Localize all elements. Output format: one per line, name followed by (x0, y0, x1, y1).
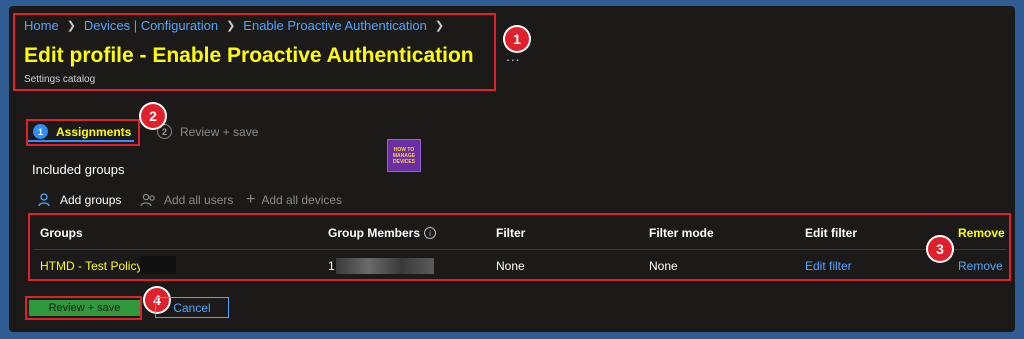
cancel-button[interactable]: Cancel (155, 297, 229, 318)
htmd-logo: HOW TO MANAGE DEVICES (387, 139, 421, 172)
add-all-devices-button[interactable]: + Add all devices (246, 191, 343, 208)
plus-icon: + (246, 191, 256, 208)
add-groups-button[interactable]: Add groups (38, 193, 121, 207)
annotation-box-footer (25, 296, 142, 320)
section-title: Included groups (32, 162, 125, 177)
logo-line: DEVICES (393, 158, 415, 165)
step-label: Review + save (180, 124, 259, 139)
callout-2: 2 (141, 104, 165, 128)
callout-1: 1 (505, 27, 529, 51)
add-all-devices-label: Add all devices (261, 193, 343, 207)
annotation-box-steps (26, 119, 140, 146)
step-number-icon: 2 (157, 124, 172, 139)
add-all-users-button[interactable]: Add all users (140, 193, 233, 207)
step-review-save[interactable]: 2 Review + save (157, 124, 258, 139)
add-groups-label: Add groups (60, 193, 122, 207)
person-add-icon (38, 193, 50, 207)
annotation-box-header (13, 13, 496, 91)
annotation-box-table (28, 213, 1011, 281)
add-all-users-label: Add all users (164, 193, 234, 207)
callout-3: 3 (928, 237, 952, 261)
people-icon (140, 193, 155, 207)
